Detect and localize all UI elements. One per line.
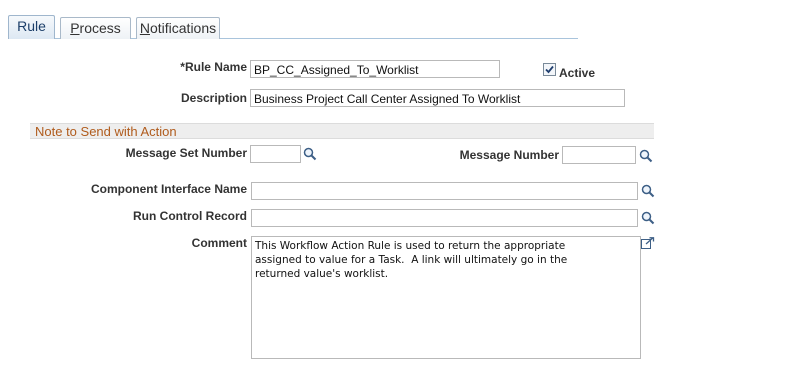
message-number-field[interactable] (562, 146, 636, 164)
rule-name-label: *Rule Name (180, 60, 247, 74)
component-interface-lookup-button[interactable] (641, 184, 655, 198)
checkmark-icon (545, 65, 554, 74)
run-control-record-label: Run Control Record (133, 209, 247, 223)
tab-notifications-accesskey: N (139, 20, 150, 36)
message-set-number-label: Message Set Number (125, 146, 247, 160)
tab-rule[interactable]: Rule (8, 15, 55, 39)
component-interface-name-field[interactable] (251, 182, 638, 200)
run-control-lookup-button[interactable] (641, 211, 655, 225)
tab-process[interactable]: Process (60, 17, 131, 39)
rule-name-field[interactable]: BP_CC_Assigned_To_Worklist (250, 60, 500, 78)
tab-notifications-label: otifications (149, 20, 217, 36)
expand-comment-button[interactable] (641, 237, 655, 249)
tab-bar: Rule Process Notifications (8, 15, 578, 39)
description-label: Description (180, 91, 247, 105)
description-field[interactable]: Business Project Call Center Assigned To… (250, 89, 625, 107)
message-number-label: Message Number (459, 148, 559, 162)
expand-icon (641, 237, 655, 249)
magnifier-icon (639, 149, 653, 163)
section-title: Note to Send with Action (35, 124, 177, 139)
message-set-number-field[interactable] (250, 145, 301, 163)
component-interface-name-label: Component Interface Name (90, 182, 247, 196)
magnifier-icon (641, 211, 655, 225)
tab-process-label: rocess (79, 20, 121, 36)
active-label: Active (559, 66, 596, 80)
comment-label: Comment (191, 236, 247, 250)
magnifier-icon (641, 184, 655, 198)
tab-process-accesskey: P (70, 20, 80, 36)
message-number-lookup-button[interactable] (639, 149, 653, 163)
magnifier-icon (303, 147, 317, 161)
comment-textarea[interactable]: This Workflow Action Rule is used to ret… (251, 236, 641, 359)
tab-rule-label: Rule (17, 18, 46, 34)
active-checkbox[interactable] (543, 63, 556, 76)
run-control-record-field[interactable] (251, 209, 638, 227)
message-set-lookup-button[interactable] (303, 147, 317, 161)
tab-notifications[interactable]: Notifications (136, 17, 220, 39)
note-section-header: Note to Send with Action (30, 123, 654, 139)
